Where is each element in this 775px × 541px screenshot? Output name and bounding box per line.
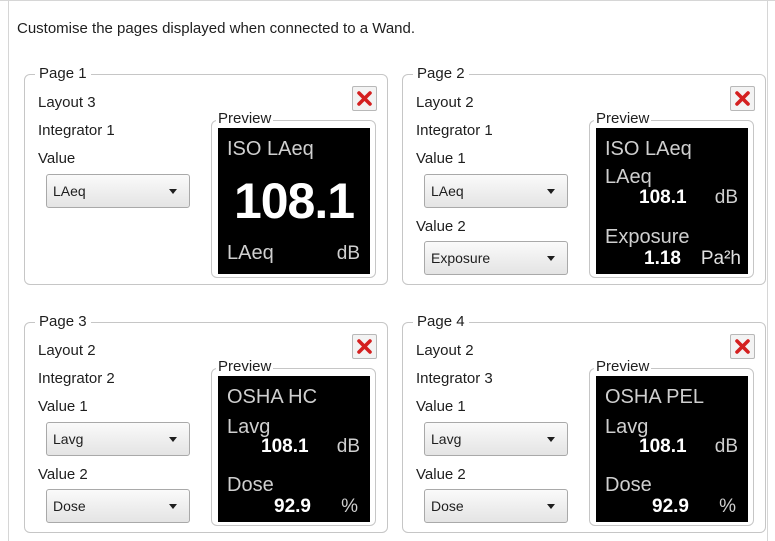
page-2-group: Page 2 Layout 2 Integrator 1 Value 1 LAe… bbox=[402, 65, 766, 285]
value-dropdown[interactable]: LAeq bbox=[46, 174, 190, 208]
screen-label-1: LAeq bbox=[605, 166, 652, 188]
chevron-down-icon bbox=[547, 504, 555, 509]
value-dropdown-selected: LAeq bbox=[53, 183, 86, 199]
screen-label-2: Dose bbox=[227, 474, 274, 496]
chevron-down-icon bbox=[547, 437, 555, 442]
value-2-dropdown-selected: Exposure bbox=[431, 250, 491, 266]
value-1-dropdown-selected: LAeq bbox=[431, 183, 464, 199]
preview-legend: Preview bbox=[594, 358, 652, 376]
screen-value-1: 108.1 bbox=[261, 436, 309, 457]
page-1-legend: Page 1 bbox=[35, 65, 91, 83]
screen-unit-1: dB bbox=[336, 436, 360, 457]
chevron-down-icon bbox=[169, 437, 177, 442]
page-1-group: Page 1 Layout 3 Integrator 1 Value LAeq … bbox=[24, 65, 388, 285]
close-icon bbox=[357, 91, 372, 106]
close-icon bbox=[735, 91, 750, 106]
value-1-label: Value 1 bbox=[38, 398, 88, 415]
screen-unit-2: Pa²h bbox=[700, 248, 741, 269]
screen-title: ISO LAeq bbox=[605, 138, 692, 160]
value-2-dropdown[interactable]: Exposure bbox=[424, 241, 568, 275]
integrator-label: Integrator 1 bbox=[416, 122, 493, 139]
integrator-label: Integrator 2 bbox=[38, 370, 115, 387]
remove-page-3-button[interactable] bbox=[352, 334, 377, 359]
value-1-dropdown-selected: Lavg bbox=[431, 431, 462, 447]
preview-frame: Preview OSHA HC Lavg 108.1 dB Dose 92.9 … bbox=[211, 358, 376, 526]
screen-value-2: 92.9 bbox=[652, 496, 689, 517]
preview-legend: Preview bbox=[594, 110, 652, 128]
preview-frame: Preview ISO LAeq LAeq 108.1 dB Exposure … bbox=[589, 110, 754, 278]
value-1-label: Value 1 bbox=[416, 398, 466, 415]
value-1-dropdown[interactable]: Lavg bbox=[424, 422, 568, 456]
preview-legend: Preview bbox=[216, 110, 274, 128]
chevron-down-icon bbox=[169, 189, 177, 194]
value-2-label: Value 2 bbox=[416, 466, 466, 483]
value-1-dropdown[interactable]: LAeq bbox=[424, 174, 568, 208]
screen-value-1: 108.1 bbox=[639, 436, 687, 457]
chevron-down-icon bbox=[169, 504, 177, 509]
page-4-legend: Page 4 bbox=[413, 313, 469, 331]
screen-unit-2: % bbox=[341, 496, 358, 517]
layout-label: Layout 2 bbox=[416, 94, 474, 111]
layout-label: Layout 2 bbox=[416, 342, 474, 359]
value-label: Value bbox=[38, 150, 76, 167]
value-1-label: Value 1 bbox=[416, 150, 466, 167]
value-2-label: Value 2 bbox=[416, 218, 466, 235]
preview-frame: Preview OSHA PEL Lavg 108.1 dB Dose 92.9… bbox=[589, 358, 754, 526]
screen-unit-1: dB bbox=[714, 436, 738, 457]
screen-label-2: Dose bbox=[605, 474, 652, 496]
window-border-top bbox=[0, 0, 775, 1]
remove-page-2-button[interactable] bbox=[730, 86, 755, 111]
page-4-group: Page 4 Layout 2 Integrator 3 Value 1 Lav… bbox=[402, 313, 766, 533]
window-border-left bbox=[8, 0, 9, 541]
screen-value-2: 92.9 bbox=[274, 496, 311, 517]
integrator-label: Integrator 1 bbox=[38, 122, 115, 139]
close-icon bbox=[357, 339, 372, 354]
preview-screen: OSHA HC Lavg 108.1 dB Dose 92.9 % bbox=[218, 376, 370, 522]
value-2-label: Value 2 bbox=[38, 466, 88, 483]
value-1-dropdown[interactable]: Lavg bbox=[46, 422, 190, 456]
value-2-dropdown[interactable]: Dose bbox=[46, 489, 190, 523]
instructions-text: Customise the pages displayed when conne… bbox=[17, 20, 416, 37]
value-1-dropdown-selected: Lavg bbox=[53, 431, 84, 447]
screen-title: OSHA HC bbox=[227, 386, 318, 408]
preview-screen: ISO LAeq 108.1 LAeq dB bbox=[218, 128, 370, 274]
screen-value-1: 108.1 bbox=[639, 187, 687, 208]
screen-unit: dB bbox=[336, 243, 360, 264]
screen-big-value: 108.1 bbox=[233, 173, 355, 229]
value-2-dropdown[interactable]: Dose bbox=[424, 489, 568, 523]
screen-label-2: Exposure bbox=[605, 226, 690, 248]
screen-value-2: 1.18 bbox=[644, 248, 681, 269]
page-2-legend: Page 2 bbox=[413, 65, 469, 83]
close-icon bbox=[735, 339, 750, 354]
remove-page-1-button[interactable] bbox=[352, 86, 377, 111]
screen-unit-1: dB bbox=[714, 187, 738, 208]
preview-frame: Preview ISO LAeq 108.1 LAeq dB bbox=[211, 110, 376, 278]
preview-screen: OSHA PEL Lavg 108.1 dB Dose 92.9 % bbox=[596, 376, 748, 522]
screen-unit-2: % bbox=[719, 496, 736, 517]
preview-screen: ISO LAeq LAeq 108.1 dB Exposure 1.18 Pa²… bbox=[596, 128, 748, 274]
page-3-group: Page 3 Layout 2 Integrator 2 Value 1 Lav… bbox=[24, 313, 388, 533]
value-2-dropdown-selected: Dose bbox=[431, 498, 464, 514]
preview-legend: Preview bbox=[216, 358, 274, 376]
integrator-label: Integrator 3 bbox=[416, 370, 493, 387]
screen-label: LAeq bbox=[227, 242, 274, 264]
layout-label: Layout 3 bbox=[38, 94, 96, 111]
chevron-down-icon bbox=[547, 256, 555, 261]
screen-title: ISO LAeq bbox=[227, 138, 314, 160]
chevron-down-icon bbox=[547, 189, 555, 194]
window-border-right bbox=[767, 0, 768, 541]
remove-page-4-button[interactable] bbox=[730, 334, 755, 359]
page-3-legend: Page 3 bbox=[35, 313, 91, 331]
value-2-dropdown-selected: Dose bbox=[53, 498, 86, 514]
layout-label: Layout 2 bbox=[38, 342, 96, 359]
screen-title: OSHA PEL bbox=[605, 386, 704, 408]
